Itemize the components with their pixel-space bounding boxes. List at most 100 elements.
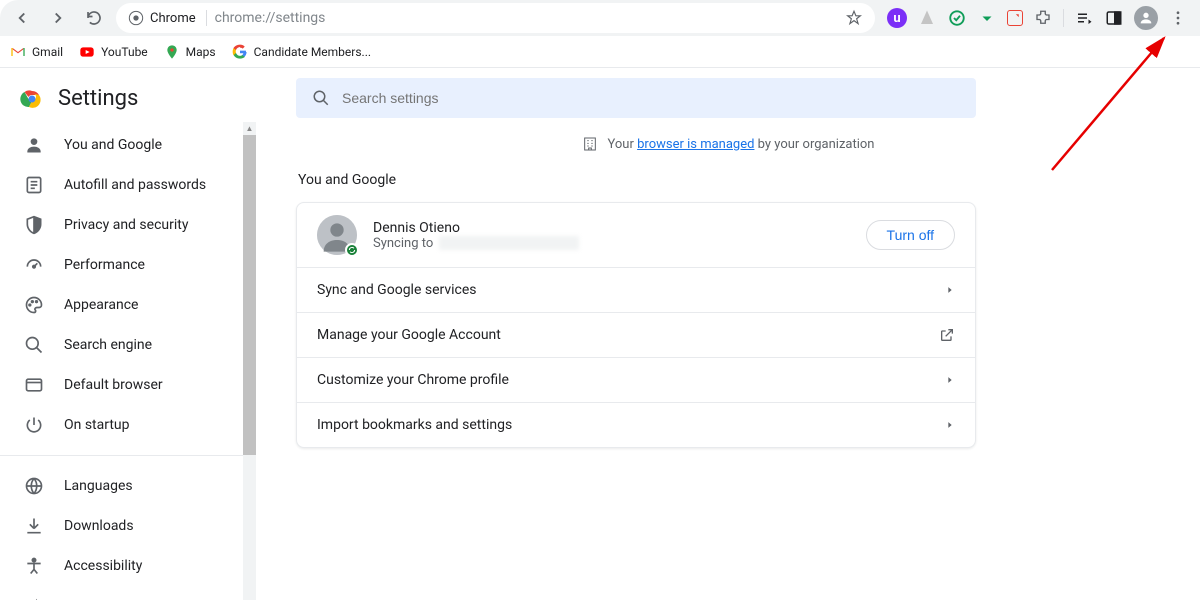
- bookmark-candidate[interactable]: Candidate Members...: [232, 44, 371, 60]
- sidebar-item-appearance[interactable]: Appearance: [0, 285, 244, 325]
- sidebar-item-label: On startup: [64, 417, 130, 433]
- sidebar-item-search-engine[interactable]: Search engine: [0, 325, 244, 365]
- extensions-icon[interactable]: [1033, 8, 1053, 28]
- profile-avatar: [317, 215, 357, 255]
- settings-page: Settings You and Google Autofill and pas…: [0, 68, 1200, 600]
- sidebar-item-you-and-google[interactable]: You and Google: [0, 125, 244, 165]
- profile-row: Dennis Otieno Syncing to Turn off: [297, 203, 975, 268]
- bookmark-label: YouTube: [101, 45, 148, 59]
- card-row-label: Sync and Google services: [317, 282, 945, 298]
- scrollbar-thumb[interactable]: [243, 135, 256, 455]
- sidebar-item-default-browser[interactable]: Default browser: [0, 365, 244, 405]
- bookmark-star-icon[interactable]: [845, 9, 863, 27]
- card-row-manage-account[interactable]: Manage your Google Account: [297, 313, 975, 358]
- sidebar-item-languages[interactable]: Languages: [0, 466, 244, 506]
- bookmarks-bar: Gmail YouTube Maps Candidate Members...: [0, 36, 1200, 68]
- sidebar-item-label: Appearance: [64, 297, 138, 313]
- scrollbar-up-icon[interactable]: ▲: [243, 122, 256, 135]
- wrench-icon: [24, 596, 44, 600]
- search-input[interactable]: [342, 90, 960, 106]
- extension-area: u: [883, 6, 1192, 30]
- profile-sync-status: Syncing to: [373, 236, 866, 251]
- card-row-import[interactable]: Import bookmarks and settings: [297, 403, 975, 447]
- search-icon: [24, 335, 44, 355]
- sidebar-title: Settings: [58, 86, 138, 111]
- sidebar-item-label: Search engine: [64, 337, 152, 353]
- sidebar-item-label: Downloads: [64, 518, 134, 534]
- chrome-menu-button[interactable]: [1168, 8, 1188, 28]
- chevron-right-icon: [945, 285, 955, 295]
- speed-icon: [24, 255, 44, 275]
- sidebar-item-downloads[interactable]: Downloads: [0, 506, 244, 546]
- sidebar-item-on-startup[interactable]: On startup: [0, 405, 244, 445]
- sidebar-scrollbar[interactable]: ▲: [243, 122, 256, 600]
- browser-icon: [24, 375, 44, 395]
- card-row-label: Import bookmarks and settings: [317, 417, 945, 433]
- card-row-sync[interactable]: Sync and Google services: [297, 268, 975, 313]
- extension-icon[interactable]: u: [887, 8, 907, 28]
- google-icon: [232, 44, 248, 60]
- card-row-label: Manage your Google Account: [317, 327, 939, 343]
- sidebar-item-performance[interactable]: Performance: [0, 245, 244, 285]
- redacted-email: [439, 236, 579, 250]
- managed-notice: Your browser is managed by your organiza…: [296, 118, 1160, 162]
- sidebar-item-privacy[interactable]: Privacy and security: [0, 205, 244, 245]
- sidebar-item-accessibility[interactable]: Accessibility: [0, 546, 244, 586]
- building-icon: [582, 136, 598, 152]
- sidebar-item-autofill[interactable]: Autofill and passwords: [0, 165, 244, 205]
- download-icon: [24, 516, 44, 536]
- side-panel-icon[interactable]: [1104, 8, 1124, 28]
- managed-text: Your browser is managed by your organiza…: [608, 137, 875, 152]
- bookmark-label: Candidate Members...: [254, 45, 371, 59]
- divider: [0, 455, 256, 456]
- sidebar-item-label: Default browser: [64, 377, 163, 393]
- maps-icon: [164, 44, 180, 60]
- search-icon: [312, 89, 330, 107]
- sidebar-item-system[interactable]: System: [0, 586, 244, 600]
- extension-icon[interactable]: [1007, 10, 1023, 26]
- browser-toolbar: Chrome chrome://settings u: [0, 0, 1200, 36]
- you-and-google-card: Dennis Otieno Syncing to Turn off Sync a…: [296, 202, 976, 448]
- external-link-icon: [939, 327, 955, 343]
- bookmark-maps[interactable]: Maps: [164, 44, 216, 60]
- site-label: Chrome: [150, 11, 196, 26]
- person-icon: [24, 135, 44, 155]
- divider: [1063, 9, 1064, 27]
- managed-link[interactable]: browser is managed: [637, 137, 754, 152]
- bookmark-gmail[interactable]: Gmail: [10, 44, 63, 60]
- chrome-logo-icon: [20, 87, 44, 111]
- bookmark-youtube[interactable]: YouTube: [79, 44, 148, 60]
- address-bar[interactable]: Chrome chrome://settings: [116, 3, 875, 33]
- sidebar-list: You and Google Autofill and passwords Pr…: [0, 125, 256, 600]
- section-title: You and Google: [296, 162, 1160, 202]
- reload-button[interactable]: [80, 4, 108, 32]
- sidebar-item-label: Accessibility: [64, 558, 142, 574]
- settings-search[interactable]: [296, 78, 976, 118]
- sync-badge-icon: [345, 243, 359, 257]
- youtube-icon: [79, 44, 95, 60]
- profile-info: Dennis Otieno Syncing to: [373, 220, 866, 251]
- sidebar-item-label: Performance: [64, 257, 145, 273]
- back-button[interactable]: [8, 4, 36, 32]
- settings-sidebar: Settings You and Google Autofill and pas…: [0, 68, 256, 600]
- site-chip[interactable]: Chrome: [128, 10, 207, 26]
- extension-icon[interactable]: [917, 8, 937, 28]
- globe-icon: [24, 476, 44, 496]
- forward-button[interactable]: [44, 4, 72, 32]
- autofill-icon: [24, 175, 44, 195]
- card-row-customize-profile[interactable]: Customize your Chrome profile: [297, 358, 975, 403]
- sidebar-item-label: Languages: [64, 478, 133, 494]
- extension-icon[interactable]: [947, 8, 967, 28]
- turn-off-button[interactable]: Turn off: [866, 220, 955, 250]
- sidebar-header: Settings: [0, 68, 256, 125]
- card-row-label: Customize your Chrome profile: [317, 372, 945, 388]
- url-text: chrome://settings: [215, 10, 837, 26]
- settings-main: Your browser is managed by your organiza…: [256, 68, 1200, 600]
- profile-name: Dennis Otieno: [373, 220, 866, 236]
- extension-icon[interactable]: [977, 8, 997, 28]
- bookmark-label: Maps: [186, 45, 216, 59]
- chevron-right-icon: [945, 420, 955, 430]
- media-control-icon[interactable]: [1074, 8, 1094, 28]
- sidebar-item-label: Autofill and passwords: [64, 177, 206, 193]
- profile-avatar-button[interactable]: [1134, 6, 1158, 30]
